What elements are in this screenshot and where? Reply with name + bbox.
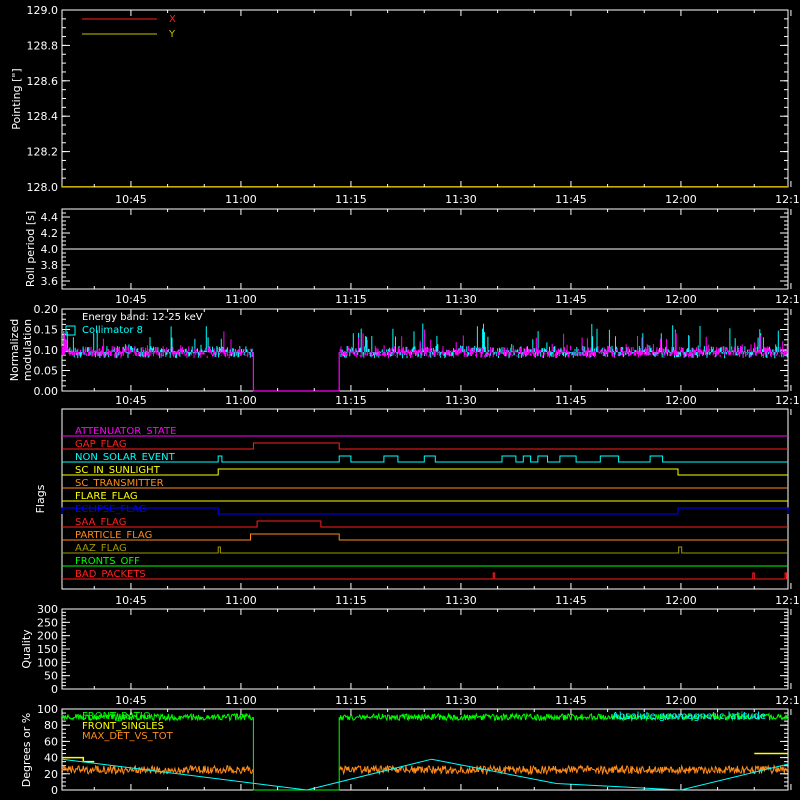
y-tick-label: 200 xyxy=(37,630,58,643)
flag-label-particle-flag: PARTICLE_FLAG xyxy=(75,530,152,541)
flag-label-aaz-flag: AAZ_FLAG xyxy=(75,543,127,554)
telemetry-figure: Pointing ["] 128.0 128.2 128.4 128.6 128.8 12… xyxy=(0,0,800,800)
y-tick-label: 0.00 xyxy=(34,385,59,398)
legend-geomagnetic-latitude: Absolute geomagnetic latitude xyxy=(612,711,766,722)
energy-band-annotation: Energy band: 12-25 keV xyxy=(82,312,203,323)
x-tick-label: 11:45 xyxy=(555,594,587,607)
flag-label-bad-packets: BAD_PACKETS xyxy=(75,569,146,580)
x-tick-label: 10:45 xyxy=(115,694,147,707)
flag-label-sc-transmitter: SC_TRANSMITTER xyxy=(75,478,164,489)
flag-label-saa-flag: SAA_FLAG xyxy=(75,517,126,528)
x-tick-label: 12:00 xyxy=(665,394,697,407)
legend-collimator-label: Collimator 8 xyxy=(82,325,143,336)
x-tick-label: 11:30 xyxy=(445,193,477,206)
x-tick-label: 11:30 xyxy=(445,293,477,306)
legend-max-det: MAX_DET_VS_TOT xyxy=(82,731,174,742)
x-tick-label: 12:00 xyxy=(665,193,697,206)
y-tick-label: 0.20 xyxy=(34,303,59,316)
x-tick-label: 12:00 xyxy=(665,594,697,607)
x-tick-label: 11:00 xyxy=(225,694,257,707)
x-tick-label: 11:00 xyxy=(225,594,257,607)
x-tick-label: 12:00 xyxy=(665,694,697,707)
x-tick-label: 11:15 xyxy=(335,394,367,407)
roll-ylabel: Roll period [s] xyxy=(24,211,37,287)
y-tick-label: 4.4 xyxy=(41,211,59,224)
y-tick-label: 128.0 xyxy=(27,181,59,194)
y-tick-label: 3.8 xyxy=(41,259,59,272)
y-tick-label: 129.0 xyxy=(27,4,59,17)
x-tick-label: 11:15 xyxy=(335,594,367,607)
y-tick-label: 0 xyxy=(51,784,58,797)
y-tick-label: 60 xyxy=(44,735,58,748)
modulation-ylabel: Normalized modulation xyxy=(8,319,34,381)
y-tick-label: 150 xyxy=(37,643,58,656)
y-tick-label: 0 xyxy=(51,683,58,696)
y-tick-label: 0.15 xyxy=(34,324,59,337)
x-tick-label: 11:00 xyxy=(225,394,257,407)
pointing-ylabel: Pointing ["] xyxy=(10,68,23,129)
x-tick-label: 11:15 xyxy=(335,193,367,206)
x-tick-label: 12:00 xyxy=(665,293,697,306)
x-tick-label: 11:30 xyxy=(445,694,477,707)
flag-label-non-solar-event: NON_SOLAR_EVENT xyxy=(75,452,176,463)
y-tick-label: 0.05 xyxy=(34,365,59,378)
y-tick-label: 50 xyxy=(44,670,58,683)
y-tick-label: 128.8 xyxy=(27,39,59,52)
x-tick-label: 11:30 xyxy=(445,594,477,607)
y-tick-label: 20 xyxy=(44,768,58,781)
x-tick-label: 11:45 xyxy=(555,293,587,306)
y-tick-label: 128.2 xyxy=(27,146,59,159)
legend-y-label: Y xyxy=(168,29,176,40)
flag-label-flare-flag: FLARE_FLAG xyxy=(75,491,138,502)
x-tick-label: 11:15 xyxy=(335,293,367,306)
y-tick-label: 4.2 xyxy=(41,227,59,240)
y-tick-label: 40 xyxy=(44,752,58,765)
x-tick-label: 11:45 xyxy=(555,694,587,707)
x-tick-label: 11:45 xyxy=(555,394,587,407)
flag-label-attenuator-state: ATTENUATOR_STATE xyxy=(75,426,176,437)
quality-ylabel: Quality xyxy=(20,629,33,669)
y-tick-label: 0.10 xyxy=(34,344,59,357)
y-tick-label: 128.6 xyxy=(27,75,59,88)
x-tick-label: 10:45 xyxy=(115,193,147,206)
x-tick-label: 11:45 xyxy=(555,193,587,206)
flag-label-fronts-off: FRONTS_OFF xyxy=(75,556,140,567)
y-tick-label: 250 xyxy=(37,616,58,629)
y-tick-label: 300 xyxy=(37,603,58,616)
x-tick-label: 12:15 xyxy=(775,293,800,306)
y-tick-label: 3.6 xyxy=(41,275,59,288)
x-tick-label: 12:15 xyxy=(775,594,800,607)
x-tick-label: 11:30 xyxy=(445,394,477,407)
y-tick-label: 80 xyxy=(44,719,58,732)
flag-label-gap-flag: GAP_FLAG xyxy=(75,439,127,450)
y-tick-label: 100 xyxy=(37,703,58,716)
modulation-ylabel-line-2: modulation xyxy=(21,319,34,381)
x-tick-label: 12:15 xyxy=(775,694,800,707)
x-tick-label: 11:00 xyxy=(225,293,257,306)
y-tick-label: 128.4 xyxy=(27,110,59,123)
y-tick-label: 100 xyxy=(37,656,58,669)
x-tick-label: 10:45 xyxy=(115,293,147,306)
flag-label-eclipse-flag: ECLIPSE_FLAG xyxy=(75,504,146,515)
legend-x-label: X xyxy=(169,14,176,25)
x-tick-label: 11:00 xyxy=(225,193,257,206)
x-tick-label: 11:15 xyxy=(335,694,367,707)
x-tick-label: 12:15 xyxy=(775,193,800,206)
x-tick-label: 10:45 xyxy=(115,394,147,407)
x-tick-label: 12:15 xyxy=(775,394,800,407)
flag-label-sc-in-sunlight: SC_IN_SUNLIGHT xyxy=(75,465,161,476)
flags-ylabel: Flags xyxy=(34,484,47,513)
y-tick-label: 4.0 xyxy=(41,243,59,256)
ratios-ylabel: Degrees or % xyxy=(20,713,33,787)
x-tick-label: 10:45 xyxy=(115,594,147,607)
modulation-ylabel-line-1: Normalized xyxy=(8,319,21,381)
